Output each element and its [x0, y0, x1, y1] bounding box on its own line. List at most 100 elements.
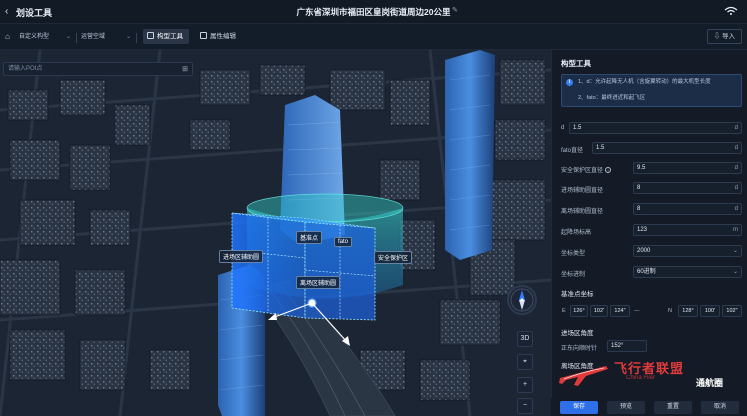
- field-label-approach-diameter: 进场辅助圆直径: [561, 188, 604, 194]
- info-tip: i 1、d：允许起降无人机（含旋翼转动）的最大机型长度 2、fato：最终进近和…: [561, 74, 742, 107]
- preview-button[interactable]: 预览: [607, 401, 645, 414]
- fato-diameter-input[interactable]: 1.5 d: [592, 142, 742, 154]
- locate-icon: ⌖: [523, 358, 527, 365]
- import-button[interactable]: ⇩ 导入: [706, 29, 742, 44]
- coord-n-label: N: [668, 308, 672, 314]
- safety-diameter-text: 安全保护区直径: [561, 168, 604, 174]
- fato-diameter-unit: d: [734, 145, 738, 151]
- approach-angle-label: 正东向顺时针: [561, 346, 598, 352]
- shape-tool-icon: [147, 32, 154, 39]
- d-input[interactable]: 1.5 d: [569, 122, 742, 134]
- locate-button[interactable]: ⌖: [517, 354, 533, 370]
- edit-icon[interactable]: ✎: [452, 6, 462, 16]
- approach-diameter-value: 8: [637, 185, 641, 191]
- n-min-input[interactable]: 100': [700, 305, 720, 317]
- elevation-value: 123: [637, 227, 648, 233]
- departure-diameter-input[interactable]: 8 d: [633, 203, 742, 215]
- page-title: 广东省深圳市福田区皇岗街道周边20公里: [296, 7, 451, 17]
- info-icon[interactable]: i: [605, 167, 612, 173]
- field-label-elevation: 起降场标高: [561, 230, 592, 236]
- property-edit-icon: [200, 32, 207, 39]
- e-min-input[interactable]: 102': [590, 305, 608, 317]
- label-base-point: 基准点: [296, 231, 323, 244]
- e-deg-input[interactable]: 126°: [570, 305, 588, 317]
- poi-search-placeholder: 请输入POI点: [8, 66, 43, 72]
- divider: [136, 33, 137, 43]
- save-button[interactable]: 保存: [560, 401, 598, 414]
- compass-needle-icon: [510, 288, 534, 312]
- tab-shape-tool[interactable]: 构型工具: [143, 29, 189, 44]
- coord-type-value: 2000: [637, 248, 651, 254]
- elevation-input[interactable]: 123 m: [633, 224, 742, 236]
- label-approach-aux-circle: 进场区辅助圆: [219, 250, 264, 263]
- scenario-select-value: 运营空域: [81, 34, 106, 40]
- e-sec-input[interactable]: 124": [610, 305, 630, 317]
- base-coord-title: 基准点坐标: [561, 291, 594, 298]
- label-departure-aux-circle: 离场区辅助圆: [296, 276, 341, 289]
- field-label-coord-type: 坐标类型: [561, 251, 586, 257]
- safety-diameter-input[interactable]: 9.5 d: [633, 162, 742, 174]
- coord-format-select[interactable]: 60进制 ⌄: [633, 266, 742, 278]
- tip-line: 1、d：允许起降无人机（含旋翼转动）的最大机型长度: [578, 79, 711, 85]
- divider: [76, 33, 77, 43]
- panel-title: 构型工具: [561, 59, 591, 68]
- coord-e-label: E: [562, 308, 566, 314]
- model-select[interactable]: 自定义构型 ⌄: [19, 31, 71, 44]
- tab-property-edit[interactable]: 属性编辑: [196, 29, 242, 44]
- poi-search-input[interactable]: 请输入POI点 ⊞: [3, 62, 193, 76]
- chevron-down-icon: ⌄: [65, 34, 71, 40]
- field-label-fato-diameter: fato直径: [561, 148, 584, 154]
- d-value: 1.5: [573, 125, 582, 131]
- model-select-value: 自定义构型: [19, 34, 50, 40]
- map-viewport[interactable]: 请输入POI点 ⊞ 进场区辅助圆 基准点 fato 安全保护区 离场区辅助圆 3…: [0, 50, 551, 416]
- approach-diameter-unit: d: [734, 185, 738, 191]
- toolbar: ⌂ 自定义构型 ⌄ 运营空域 ⌄ 构型工具 属性编辑 ⇩ 导入: [0, 24, 747, 50]
- field-label-departure-diameter: 离场辅助圆直径: [561, 209, 604, 215]
- fato-diameter-value: 1.5: [596, 145, 605, 151]
- field-label-safety-diameter: 安全保护区直径 i: [561, 165, 612, 174]
- label-safety-zone: 安全保护区: [374, 251, 413, 264]
- chevron-down-icon: ⌄: [732, 269, 738, 275]
- approach-angle-value: 152°: [611, 343, 624, 349]
- home-icon[interactable]: ⌂: [5, 32, 10, 41]
- watermark-text-brand: 通航圈: [696, 378, 724, 388]
- info-icon: i: [566, 79, 573, 86]
- scenario-select[interactable]: 运营空域 ⌄: [81, 31, 131, 44]
- title-bar: ‹ 划设工具 广东省深圳市福田区皇岗街道周边20公里 ✎: [0, 0, 747, 24]
- n-deg-input[interactable]: 128°: [678, 305, 698, 317]
- approach-angle-title: 进场区角度: [561, 330, 594, 337]
- approach-angle-input[interactable]: 152°: [607, 340, 647, 352]
- city-3d-scene: [0, 50, 551, 416]
- departure-diameter-value: 8: [637, 206, 641, 212]
- tip-line: 2、fato：最终进近和起飞区: [578, 95, 646, 101]
- grid-icon[interactable]: ⊞: [182, 64, 188, 76]
- signal-icon: [724, 6, 738, 15]
- departure-diameter-unit: d: [734, 206, 738, 212]
- coord-type-select[interactable]: 2000 ⌄: [633, 245, 742, 257]
- tab-property-edit-label: 属性编辑: [210, 33, 236, 40]
- chevron-down-icon: ⌄: [125, 34, 131, 40]
- panel-footer: 保存 预览 重置 取消: [551, 398, 747, 416]
- elevation-unit: m: [733, 227, 738, 233]
- zoom-in-button[interactable]: +: [517, 377, 533, 393]
- reset-button[interactable]: 重置: [654, 401, 692, 414]
- d-unit: d: [734, 125, 738, 131]
- import-icon: ⇩: [713, 33, 722, 40]
- coord-format-value: 60进制: [637, 269, 656, 275]
- zoom-out-button[interactable]: −: [517, 398, 533, 414]
- safety-diameter-value: 9.5: [637, 165, 646, 171]
- compass[interactable]: [507, 285, 537, 315]
- label-fato: fato: [334, 237, 353, 247]
- coord-separator: —: [634, 308, 640, 314]
- tab-shape-tool-label: 构型工具: [157, 33, 183, 40]
- watermark-text-en: China Flier: [626, 375, 656, 381]
- n-sec-input[interactable]: 102": [722, 305, 742, 317]
- field-label-coord-format: 坐标进制: [561, 272, 586, 278]
- cancel-button[interactable]: 取消: [701, 401, 739, 414]
- field-label-d: d: [561, 125, 565, 131]
- watermark: 飞行者联盟 China Flier 通航圈: [556, 358, 744, 388]
- chevron-down-icon: ⌄: [732, 248, 738, 254]
- view-3d-button[interactable]: 3D: [517, 331, 533, 347]
- approach-diameter-input[interactable]: 8 d: [633, 182, 742, 194]
- import-label: 导入: [722, 33, 735, 40]
